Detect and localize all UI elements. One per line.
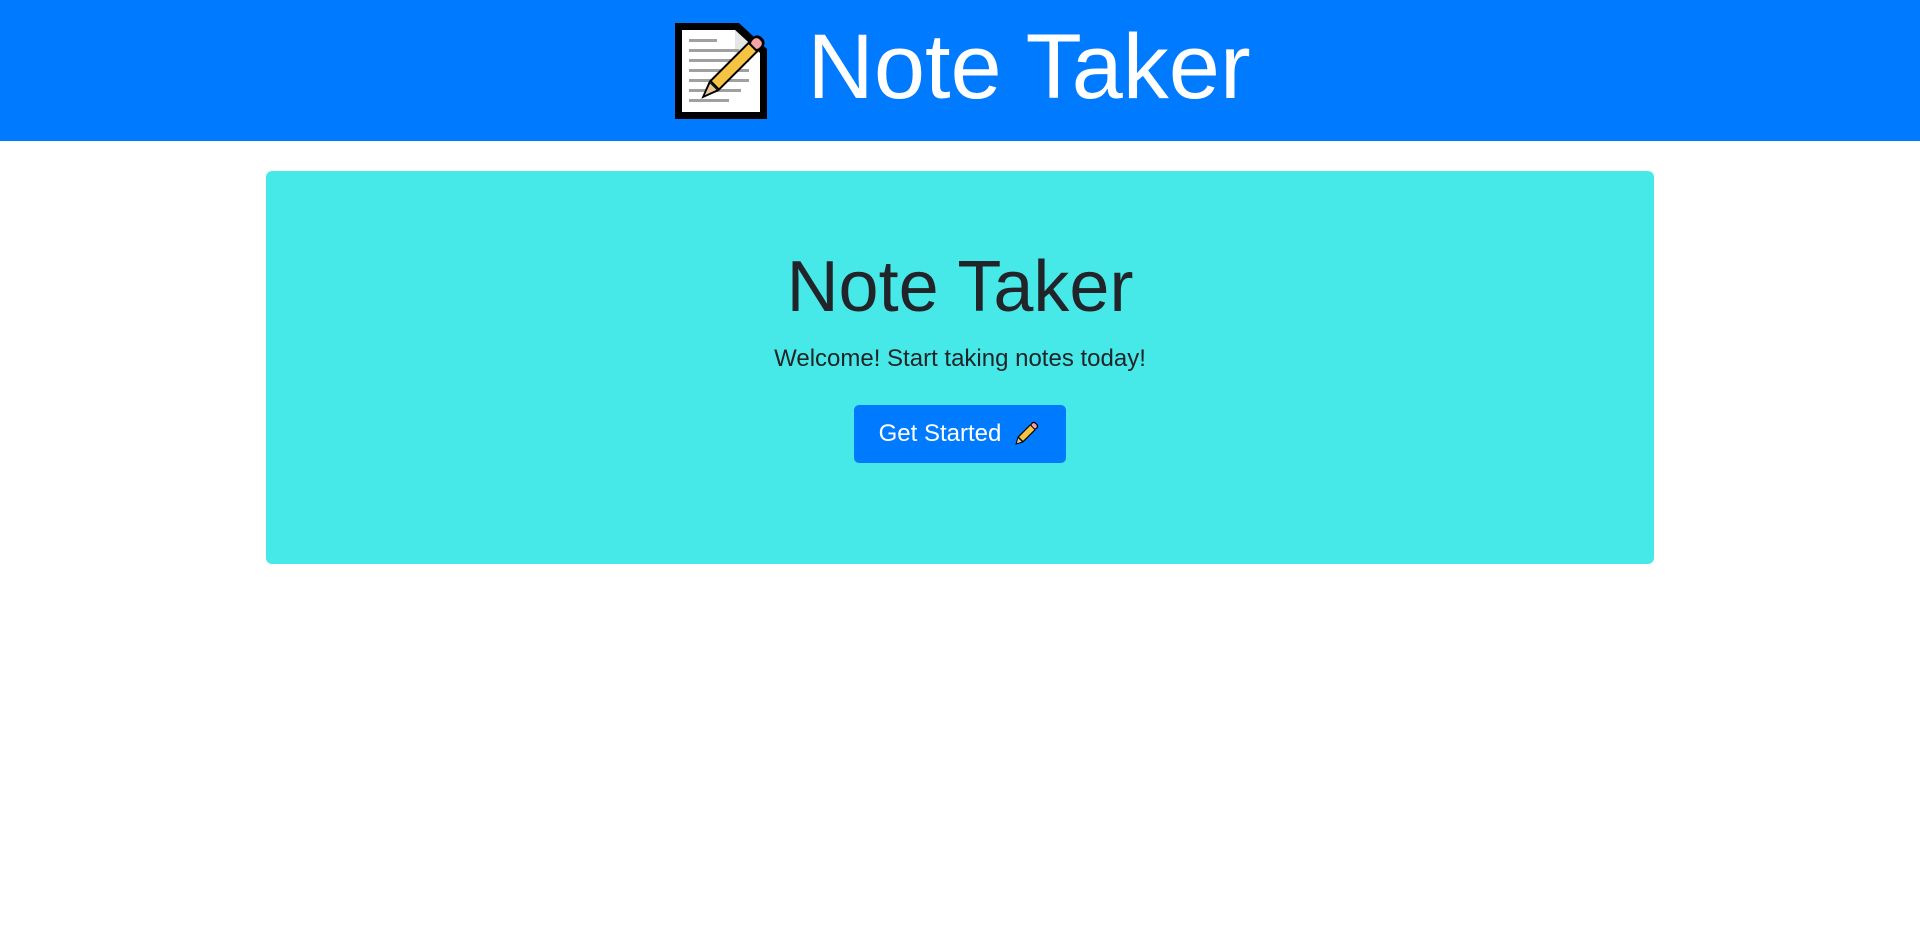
memo-icon <box>669 19 773 123</box>
navbar: Note Taker <box>0 0 1920 141</box>
get-started-button[interactable]: Get Started <box>854 405 1066 463</box>
hero-title: Note Taker <box>786 247 1134 327</box>
pencil-icon <box>1011 419 1041 449</box>
get-started-label: Get Started <box>878 420 1002 447</box>
brand-link[interactable]: Note Taker <box>669 15 1251 123</box>
hero-jumbotron: Note Taker Welcome! Start taking notes t… <box>266 171 1654 564</box>
navbar-title: Note Taker <box>807 15 1251 118</box>
hero-lead: Welcome! Start taking notes today! <box>774 345 1146 372</box>
